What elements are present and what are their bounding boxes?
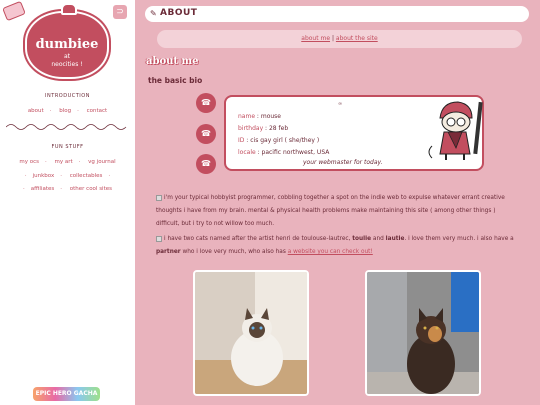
cats-text: i have two cats named after the artist h… bbox=[164, 236, 351, 242]
fun-nav-row-3: · affiliates · other cool sites bbox=[22, 186, 112, 192]
cats-text: who i love very much, who also has bbox=[182, 249, 286, 255]
logo-title: dumbiee bbox=[35, 37, 99, 52]
bio-value: : 28 feb bbox=[263, 125, 289, 132]
site-logo[interactable]: dumbiee at neocities ! bbox=[25, 3, 109, 79]
sidebar-scalloped-edge bbox=[131, 0, 139, 405]
pencil-icon: ✎ bbox=[150, 9, 157, 18]
subnav-about-site-link[interactable]: about the site bbox=[336, 35, 378, 42]
bio-caption: your webmaster for today. bbox=[303, 159, 383, 166]
intro-text: i'm your typical hobbyist programmer, co… bbox=[156, 195, 505, 227]
subnav-about-me-link[interactable]: about me bbox=[301, 35, 330, 42]
webmaster-avatar-illustration bbox=[428, 101, 483, 160]
bio-key: birthday bbox=[238, 125, 264, 132]
section-subheading: the basic bio bbox=[148, 76, 203, 85]
bio-key: name bbox=[238, 113, 256, 120]
bio-value: : mouse bbox=[255, 113, 281, 120]
subnav: about me | about the site bbox=[157, 30, 522, 48]
phone-icon[interactable]: ☎ bbox=[196, 124, 216, 144]
sidebar: ⊃ dumbiee at neocities ! INTRODUCTION ab… bbox=[0, 0, 135, 405]
intro-paragraph: i'm your typical hobbyist programmer, co… bbox=[156, 192, 520, 232]
cats-text: and bbox=[372, 236, 384, 242]
nav-cool-sites-link[interactable]: other cool sites bbox=[70, 186, 112, 192]
broken-image-icon bbox=[156, 194, 162, 201]
nav-about-link[interactable]: about bbox=[28, 108, 44, 114]
nav-ocs-link[interactable]: my ocs bbox=[19, 159, 39, 165]
fun-nav-row-1: my ocs · my art · vg journal bbox=[19, 159, 116, 165]
broken-image-icon bbox=[156, 235, 162, 242]
intro-heading: INTRODUCTION bbox=[45, 93, 90, 99]
phone-icon[interactable]: ☎ bbox=[196, 93, 216, 113]
logo-decoration bbox=[61, 3, 77, 15]
nav-affiliates-link[interactable]: affiliates bbox=[31, 186, 55, 192]
partner-website-link[interactable]: a website you can check out! bbox=[288, 249, 373, 255]
section-heading: about me bbox=[146, 56, 199, 67]
rss-icon[interactable]: ⊃ bbox=[113, 5, 127, 19]
partner-text: partner bbox=[156, 249, 181, 255]
cats-paragraph: i have two cats named after the artist h… bbox=[156, 233, 520, 259]
nav-art-link[interactable]: my art bbox=[55, 159, 73, 165]
subnav-separator: | bbox=[331, 35, 334, 42]
fun-nav-row-2: · junkbox · collectables · bbox=[24, 173, 111, 179]
infinity-icon: ∞ bbox=[338, 101, 343, 107]
nav-contact-link[interactable]: contact bbox=[87, 108, 108, 114]
bio-id: ID : cis gay girl ( she/they ) bbox=[238, 137, 319, 144]
gacha-badge[interactable]: EPIC HERO GACHA bbox=[33, 387, 100, 401]
nav-blog-link[interactable]: blog bbox=[59, 108, 71, 114]
logo-subtitle: at bbox=[63, 53, 71, 60]
bio-value: : cis gay girl ( she/they ) bbox=[244, 137, 320, 144]
phone-icon[interactable]: ☎ bbox=[196, 154, 216, 174]
cat-name-lautie: lautie bbox=[385, 236, 405, 242]
divider-squiggle bbox=[6, 124, 127, 130]
logo-subtitle-2: neocities ! bbox=[51, 61, 83, 68]
nav-collectables-link[interactable]: collectables bbox=[70, 173, 103, 179]
bio-name: name : mouse bbox=[238, 113, 281, 120]
intro-nav: about · blog · contact bbox=[27, 108, 108, 114]
sticker-icon bbox=[2, 0, 26, 22]
bio-birthday: birthday : 28 feb bbox=[238, 125, 288, 132]
cat-name-toulie: toulie bbox=[352, 236, 372, 242]
cat-photo-lautie bbox=[365, 270, 481, 396]
bio-key: locale bbox=[238, 149, 256, 156]
nav-vg-journal-link[interactable]: vg journal bbox=[88, 159, 115, 165]
fun-heading: FUN STUFF bbox=[51, 144, 84, 150]
bio-value: : pacific northwest, USA bbox=[255, 149, 330, 156]
page-title: ABOUT bbox=[160, 8, 198, 18]
nav-junkbox-link[interactable]: junkbox bbox=[33, 173, 55, 179]
cat-photo-toulie bbox=[193, 270, 309, 396]
title-bar: ✎ ABOUT bbox=[145, 6, 529, 22]
cats-text: . i love them very much. i also have a bbox=[404, 236, 514, 242]
bio-locale: locale : pacific northwest, USA bbox=[238, 149, 329, 156]
